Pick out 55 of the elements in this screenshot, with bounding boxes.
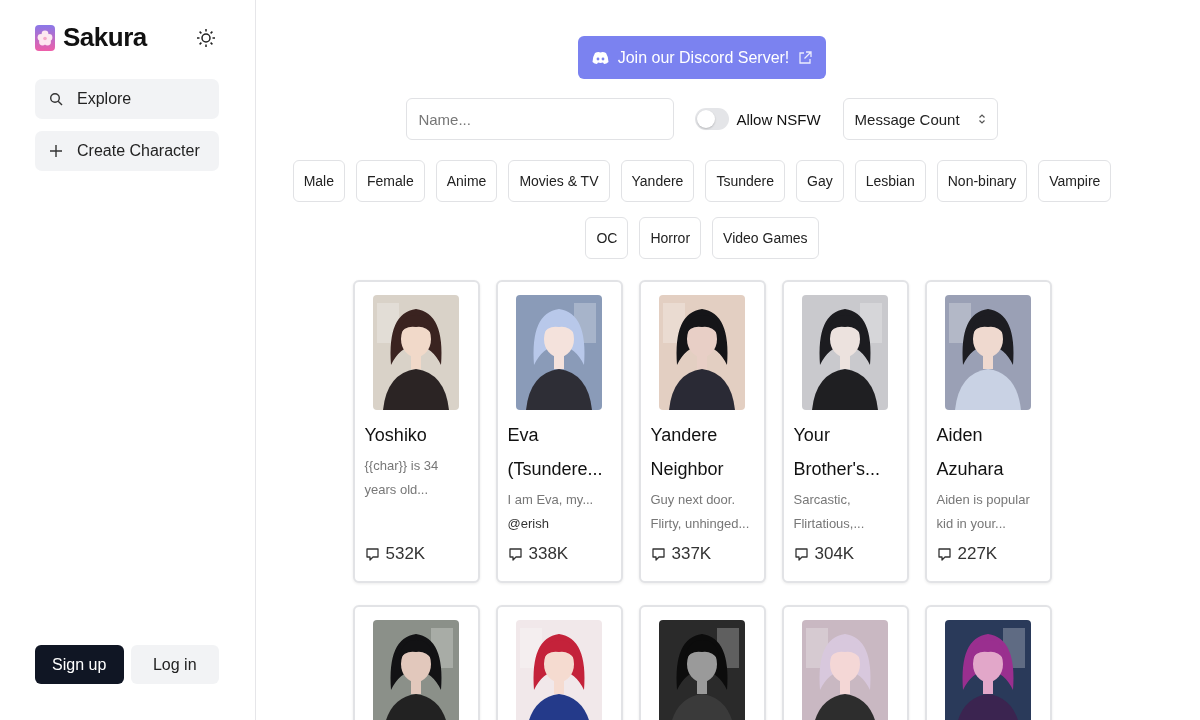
brand-name: Sakura <box>63 22 147 53</box>
search-icon <box>49 92 63 106</box>
sidebar-nav-item[interactable]: Create Character <box>35 131 219 171</box>
message-count: 338K <box>528 544 569 564</box>
character-name: Your Brother's... <box>793 424 881 481</box>
tag-chip[interactable]: Yandere <box>620 160 695 202</box>
message-count: 532K <box>385 544 426 564</box>
nsfw-toggle[interactable] <box>695 108 730 130</box>
character-card[interactable]: Your Brother's... Sarcastic, Flirtatious,... 304K <box>781 280 909 583</box>
character-description: Aiden is popular kid in your... <box>936 491 1031 533</box>
tag-chip[interactable]: OC <box>585 217 629 259</box>
tag-chip[interactable]: Male <box>292 160 346 202</box>
message-count: 227K <box>957 544 998 564</box>
theme-toggle-icon[interactable] <box>196 27 216 48</box>
sidebar-nav-item[interactable]: Explore <box>35 79 219 119</box>
character-description: I am Eva, my... <box>507 491 595 509</box>
name-search-field[interactable]: Name... <box>406 98 675 140</box>
tag-chip[interactable]: Gay <box>796 160 844 202</box>
character-description: Guy next door. Flirty, unhinged... <box>650 491 751 533</box>
game-controller-icon <box>591 50 609 65</box>
tag-chip[interactable]: Tsundere <box>705 160 785 202</box>
author-handle: @erish <box>507 515 550 533</box>
character-description: {{char}} is 34 years old... <box>364 457 440 499</box>
chat-bubble-icon <box>507 546 523 562</box>
character-card[interactable]: Aiden Azuhara Aiden is popular kid in your... 227K <box>924 280 1052 583</box>
message-count: 337K <box>671 544 712 564</box>
chat-bubble-icon <box>793 546 809 562</box>
tag-chip[interactable]: Female <box>356 160 425 202</box>
chat-bubble-icon <box>364 546 380 562</box>
nsfw-label: Allow NSFW <box>736 110 821 128</box>
plus-icon <box>49 144 63 158</box>
tag-chip[interactable]: Lesbian <box>854 160 926 202</box>
character-name: Aiden Azuhara <box>936 424 1005 481</box>
external-link-icon <box>798 50 813 65</box>
character-card[interactable]: Yandere Neighbor Guy next door. Flirty, unhinged... 337K <box>638 280 766 583</box>
tag-chip[interactable]: Video Games <box>712 217 819 259</box>
character-description: Sarcastic, Flirtatious,... <box>793 491 866 533</box>
message-count: 304K <box>814 544 855 564</box>
tag-chip[interactable]: Horror <box>639 217 702 259</box>
sign-up-button[interactable]: Sign up <box>35 645 124 684</box>
tag-chip[interactable]: Movies & TV <box>508 160 610 202</box>
character-name: Eva (Tsundere... <box>507 424 604 481</box>
chat-bubble-icon <box>650 546 666 562</box>
chat-bubble-icon <box>936 546 952 562</box>
character-name: Yoshiko <box>364 424 428 447</box>
sort-select[interactable]: Message Count <box>842 98 998 140</box>
sort-chevron-icon <box>977 113 986 125</box>
tag-chip[interactable]: Vampire <box>1038 160 1112 202</box>
character-name: Yandere Neighbor <box>650 424 725 481</box>
flower-logo-icon <box>35 24 55 51</box>
tag-chip[interactable]: Anime <box>435 160 498 202</box>
character-card[interactable]: Yoshiko {{char}} is 34 years old... 532K <box>352 280 480 583</box>
log-in-button[interactable]: Log in <box>130 645 219 684</box>
character-card[interactable]: Eva (Tsundere... I am Eva, my... @erish 338K <box>495 280 623 583</box>
tag-chip[interactable]: Non-binary <box>936 160 1028 202</box>
